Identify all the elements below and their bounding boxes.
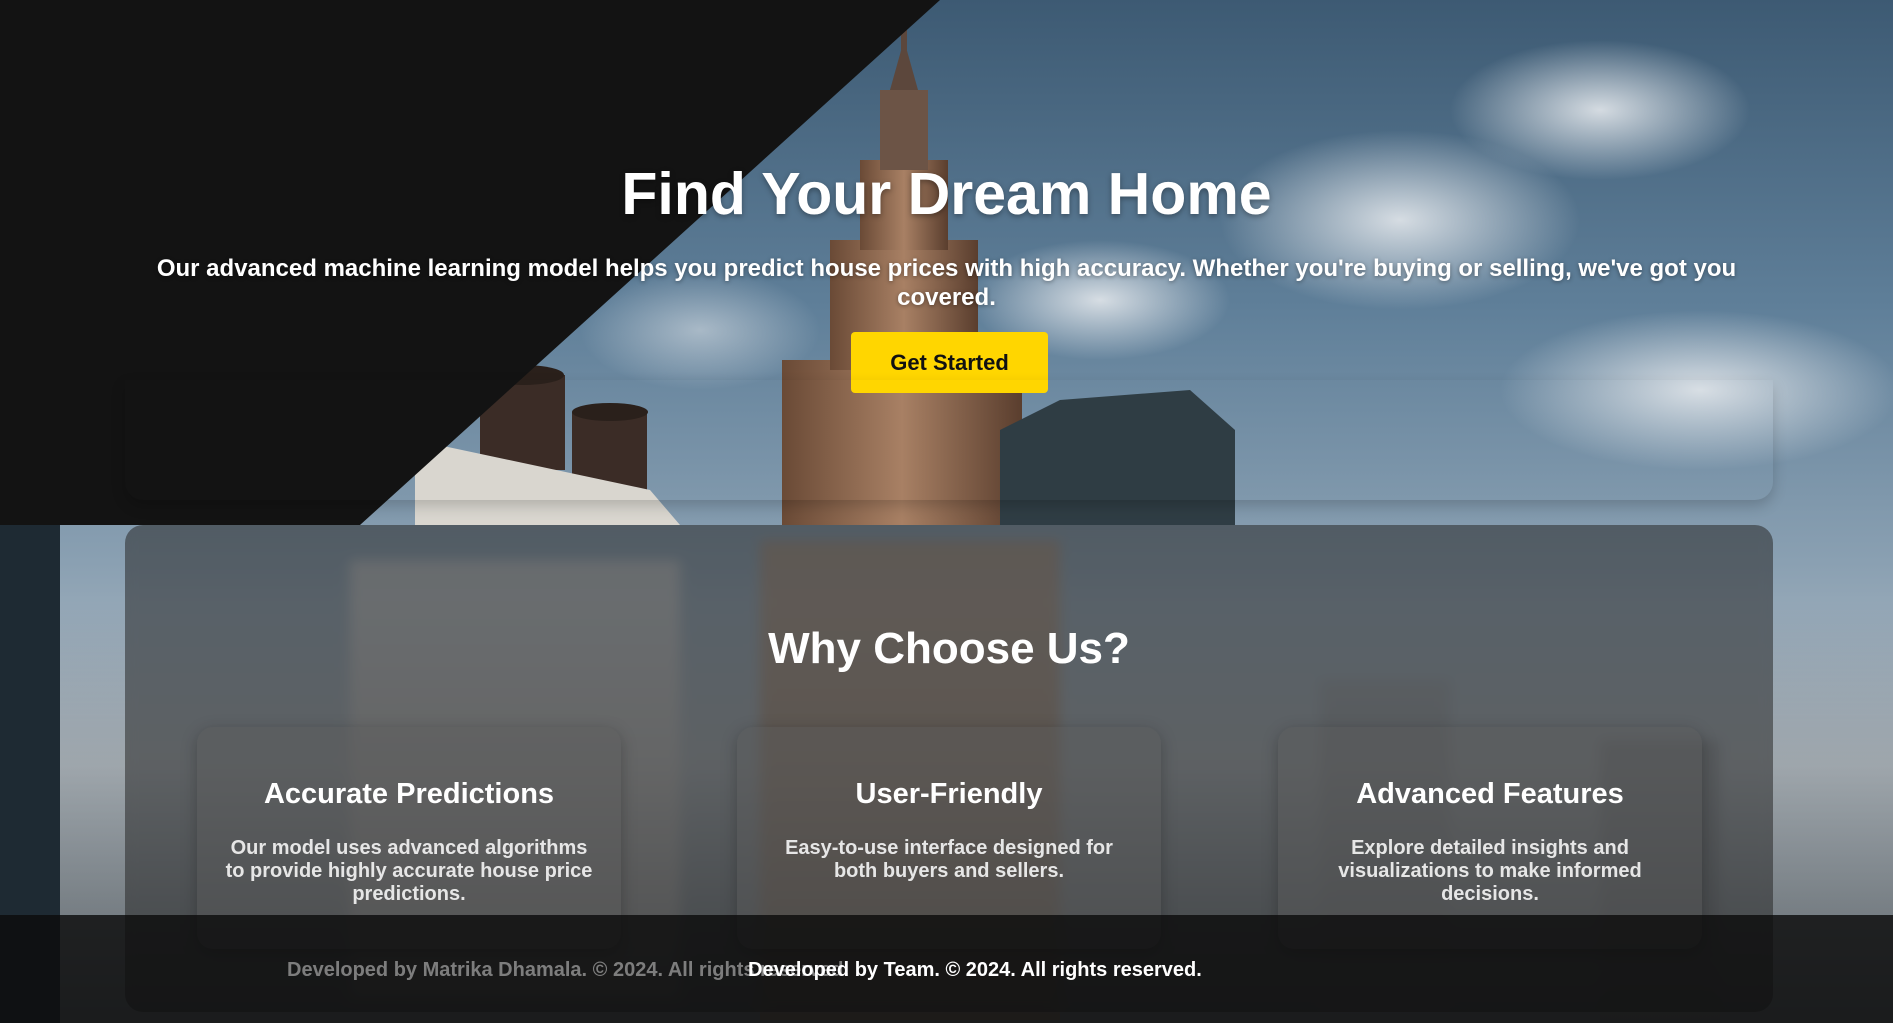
hero-card-edge: [125, 380, 1773, 500]
hero-section: Find Your Dream Home Our advanced machin…: [0, 0, 1893, 500]
feature-card-title: User-Friendly: [855, 778, 1043, 810]
feature-card-title: Accurate Predictions: [263, 778, 555, 810]
feature-card-text: Explore detailed insights and visualizat…: [1338, 837, 1642, 905]
feature-card-text: Our model uses advanced algorithms to pr…: [225, 837, 593, 905]
feature-card-title: Advanced Features: [1356, 778, 1624, 810]
hero-subtitle: Our advanced machine learning model help…: [156, 255, 1737, 311]
footer: Developed by Matrika Dhamala. © 2024. Al…: [0, 915, 1893, 1023]
why-choose-us-title: Why Choose Us?: [768, 624, 1130, 673]
hero-title: Find Your Dream Home: [621, 161, 1272, 227]
feature-card-text: Easy-to-use interface designed for both …: [785, 837, 1113, 882]
footer-credit: Developed by Team. © 2024. All rights re…: [748, 959, 1202, 981]
get-started-button[interactable]: Get Started: [851, 332, 1048, 393]
